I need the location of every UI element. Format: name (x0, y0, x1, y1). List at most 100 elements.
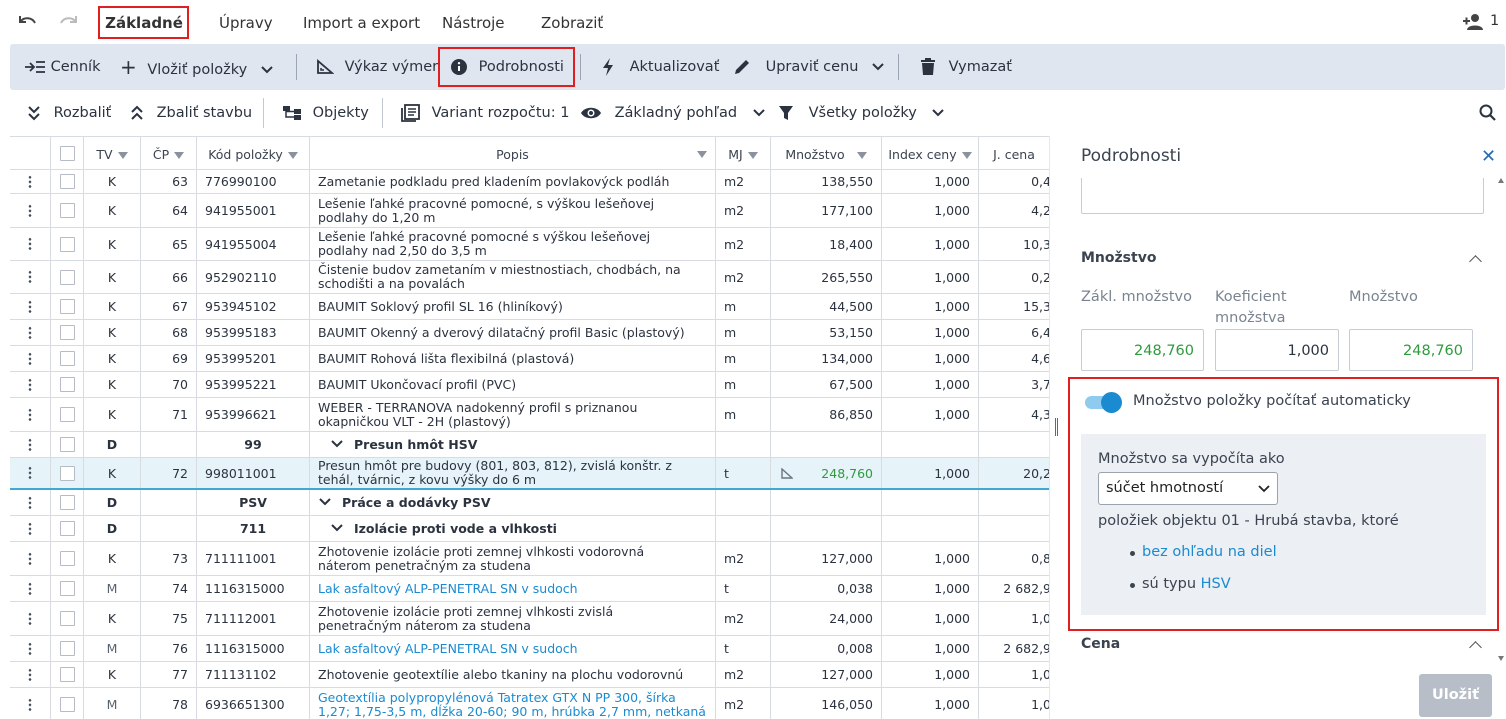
drag-handle[interactable] (10, 170, 51, 193)
row-checkbox-cell[interactable] (51, 228, 84, 260)
panel-splitter[interactable] (1049, 136, 1063, 719)
filter-icon[interactable] (697, 151, 707, 158)
chevron-down-icon[interactable] (330, 524, 344, 533)
drag-handle[interactable] (10, 636, 51, 661)
row-checkbox[interactable] (59, 236, 75, 252)
drag-handle[interactable] (10, 490, 51, 515)
row-checkbox-cell[interactable] (51, 576, 84, 601)
objekty-button[interactable]: Objekty (282, 90, 369, 136)
chevron-up-icon[interactable] (1469, 255, 1482, 268)
row-checkbox[interactable] (59, 299, 75, 314)
row-checkbox[interactable] (59, 377, 75, 392)
drag-handle[interactable] (10, 602, 51, 635)
drag-handle[interactable] (10, 320, 51, 345)
vykaz-vymer-button[interactable]: Výkaz výmer (316, 44, 438, 90)
zbalit-stavbu-button[interactable]: Zbaliť stavbu (130, 90, 252, 136)
panel-scrollbar[interactable] (1498, 178, 1506, 668)
row-checkbox-cell[interactable] (51, 170, 84, 193)
tab-zobrazit[interactable]: Zobraziť (541, 9, 603, 39)
upravit-cenu-button[interactable]: Upraviť cenu (733, 44, 885, 90)
row-checkbox-cell[interactable] (51, 542, 84, 575)
filter-icon[interactable] (961, 152, 972, 159)
drag-handle-icon[interactable] (27, 581, 33, 596)
tab-upravy[interactable]: Úpravy (219, 9, 273, 39)
scroll-down-arrow[interactable] (1498, 656, 1504, 661)
drag-handle[interactable] (10, 432, 51, 457)
drag-handle-icon[interactable] (27, 611, 33, 626)
row-checkbox[interactable] (59, 351, 75, 366)
drag-handle-icon[interactable] (27, 641, 33, 656)
drag-handle[interactable] (10, 194, 51, 227)
table-row[interactable]: M 76 1116315000 Lak asfaltový ALP-PENETRAL … (10, 636, 1049, 662)
close-icon[interactable]: ✕ (1481, 146, 1496, 167)
row-checkbox[interactable] (59, 611, 75, 626)
table-row[interactable]: D 711 Izolácie proti vode a vlhkosti (10, 516, 1049, 542)
table-row[interactable]: M 78 6936651300 Geotextília polypropylénová… (10, 688, 1049, 719)
row-checkbox-cell[interactable] (51, 662, 84, 687)
table-row[interactable]: K 66 952902110 Čistenie budov zametaním v m… (10, 261, 1049, 294)
note-textarea[interactable] (1081, 178, 1484, 214)
undo-icon[interactable] (17, 12, 39, 36)
table-row[interactable]: K 70 953995221 BAUMIT Ukončovací profil (PV… (10, 372, 1049, 398)
drag-handle-icon[interactable] (27, 270, 33, 284)
drag-handle[interactable] (10, 261, 51, 293)
drag-handle-icon[interactable] (27, 377, 33, 392)
koeficient-field[interactable]: 1,000 (1215, 329, 1339, 371)
row-checkbox-cell[interactable] (51, 398, 84, 431)
drag-handle-icon[interactable] (27, 466, 33, 480)
header-kod[interactable]: Kód položky (197, 137, 310, 170)
drag-handle[interactable] (10, 688, 51, 719)
row-checkbox[interactable] (59, 495, 75, 510)
zakl-mnozstvo-field[interactable]: 248,760 (1081, 329, 1204, 371)
row-checkbox-cell[interactable] (51, 602, 84, 635)
table-row[interactable]: K 73 711111001 Zhotovenie izolácie proti ze… (10, 542, 1049, 576)
row-checkbox[interactable] (59, 551, 75, 566)
drag-handle-icon[interactable] (27, 299, 33, 314)
chevron-down-icon[interactable] (318, 498, 332, 507)
header-index[interactable]: Index ceny (882, 137, 979, 170)
row-checkbox[interactable] (59, 465, 75, 481)
drag-handle-icon[interactable] (27, 437, 33, 452)
table-row[interactable]: K 64 941955001 Lešenie ľahké pracovné pomoc… (10, 194, 1049, 228)
drag-handle[interactable] (10, 576, 51, 601)
row-checkbox-cell[interactable] (51, 490, 84, 515)
filter-icon[interactable] (117, 152, 128, 159)
table-row[interactable]: K 63 776990100 Zametanie podkladu pred klad… (10, 170, 1049, 194)
row-checkbox-cell[interactable] (51, 688, 84, 719)
filter-icon[interactable] (174, 152, 185, 159)
header-mnozstvo[interactable]: Množstvo (771, 137, 882, 170)
header-jcena[interactable]: J. cena (979, 137, 1049, 170)
save-button[interactable]: Uložiť (1419, 674, 1492, 717)
drag-handle-icon[interactable] (27, 237, 33, 251)
row-checkbox[interactable] (59, 581, 75, 596)
zakladny-pohlad-button[interactable]: Základný pohľad (580, 90, 766, 136)
chevron-up-icon[interactable] (1469, 641, 1482, 654)
drag-handle-icon[interactable] (27, 551, 33, 566)
drag-handle-icon[interactable] (27, 203, 33, 218)
drag-handle-icon[interactable] (27, 351, 33, 366)
drag-handle-icon[interactable] (27, 495, 33, 510)
header-cp[interactable]: ČP (141, 137, 197, 170)
row-checkbox[interactable] (59, 437, 75, 452)
table-row[interactable]: K 65 941955004 Lešenie ľahké pracovné pomoc… (10, 228, 1049, 261)
drag-handle-icon[interactable] (27, 325, 33, 340)
redo-icon[interactable] (57, 12, 79, 36)
select-all-checkbox[interactable] (59, 146, 75, 161)
table-row[interactable]: K 77 711131102 Zhotovenie geotextílie alebo… (10, 662, 1049, 688)
drag-handle[interactable] (10, 294, 51, 319)
search-icon[interactable] (1479, 104, 1497, 126)
cennik-button[interactable]: Cenník (24, 44, 100, 90)
table-row[interactable]: K 69 953995201 BAUMIT Rohová lišta flexibil… (10, 346, 1049, 372)
row-checkbox[interactable] (59, 407, 75, 422)
header-popis[interactable]: Popis (310, 137, 716, 170)
vlozit-polozky-button[interactable]: + Vložiť položky (120, 44, 274, 90)
table-row[interactable]: M 74 1116315000 Lak asfaltový ALP-PENETRAL … (10, 576, 1049, 602)
mnozstvo-field[interactable]: 248,760 (1349, 329, 1473, 371)
scroll-up-arrow[interactable] (1498, 178, 1504, 183)
drag-handle[interactable] (10, 542, 51, 575)
aktualizovat-button[interactable]: Aktualizovať (601, 44, 719, 90)
drag-handle-icon[interactable] (27, 174, 33, 189)
row-checkbox-cell[interactable] (51, 636, 84, 661)
variant-rozpoctu-button[interactable]: Variant rozpočtu: 1 (401, 90, 569, 136)
drag-handle[interactable] (10, 346, 51, 371)
